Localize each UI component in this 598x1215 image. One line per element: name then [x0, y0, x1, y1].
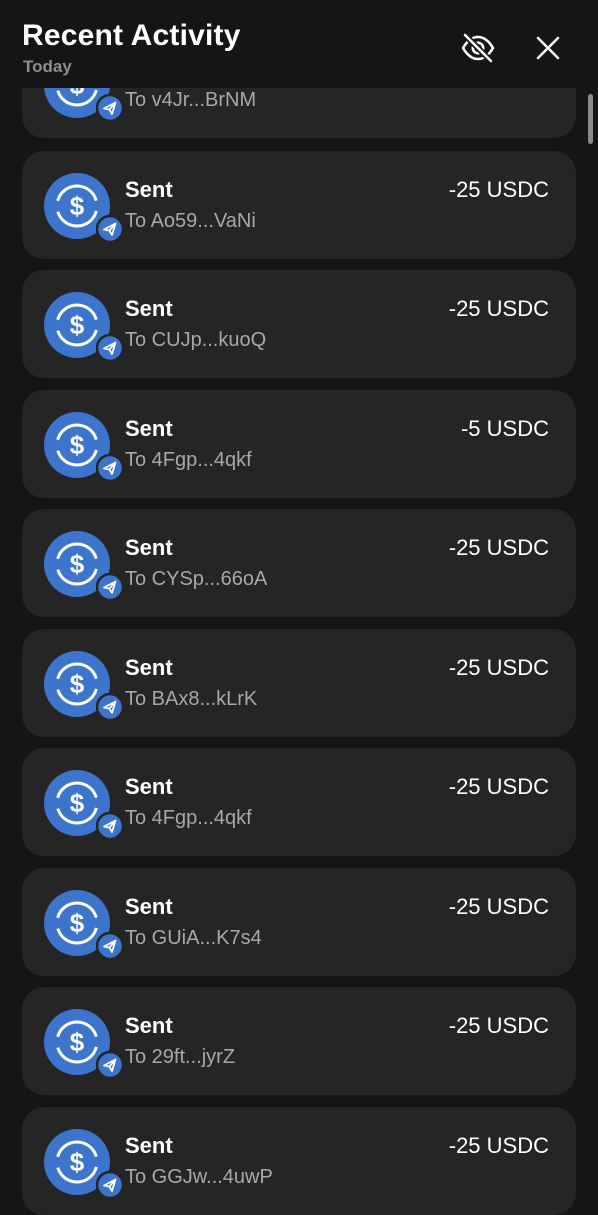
activity-amount: -25 USDC [448, 894, 549, 919]
close-icon [535, 35, 561, 66]
send-icon [95, 93, 125, 123]
send-icon [95, 453, 125, 483]
activity-type: Sent [125, 177, 173, 202]
svg-text:$: $ [70, 430, 85, 460]
activity-amount: -5 USDC [460, 416, 549, 441]
activity-item[interactable]: $ Sent To GGJw...4uwP -25 USDC [22, 1107, 576, 1215]
send-icon [95, 1050, 125, 1080]
usdc-token-icon: $ [44, 292, 125, 363]
activity-amount: -25 USDC [448, 177, 549, 202]
eye-off-icon [460, 30, 496, 71]
activity-amount: -25 USDC [448, 296, 549, 321]
svg-text:$: $ [70, 310, 85, 340]
activity-type: Sent [125, 774, 173, 799]
activity-recipient: To BAx8...kLrK [125, 688, 258, 710]
header: Recent Activity Today [0, 0, 598, 88]
activity-recipient: To GUiA...K7s4 [125, 927, 262, 949]
activity-item[interactable]: $ Sent To 29ft...jyrZ -25 USDC [22, 987, 576, 1095]
activity-item[interactable]: $ Sent To CUJp...kuoQ -25 USDC [22, 270, 576, 378]
activity-recipient: To 29ft...jyrZ [125, 1046, 236, 1068]
usdc-token-icon: $ [44, 890, 125, 961]
activity-item[interactable]: $ Sent To GUiA...K7s4 -25 USDC [22, 868, 576, 976]
activity-amount: -25 USDC [448, 535, 549, 560]
usdc-token-icon: $ [44, 412, 125, 483]
send-icon [95, 572, 125, 602]
svg-text:$: $ [70, 1147, 85, 1177]
activity-type: Sent [125, 1133, 173, 1158]
activity-type: Sent [125, 894, 173, 919]
activity-item[interactable]: $ Sent To 4Fgp...4qkf -25 USDC [22, 748, 576, 856]
activity-recipient: To CYSp...66oA [125, 568, 268, 590]
send-icon [95, 692, 125, 722]
close-button[interactable] [528, 30, 568, 70]
activity-type: Sent [125, 296, 173, 321]
activity-item[interactable]: $ Sent To 4Fgp...4qkf -5 USDC [22, 390, 576, 498]
send-icon [95, 214, 125, 244]
send-icon [95, 811, 125, 841]
page-title: Recent Activity [22, 19, 241, 52]
svg-text:$: $ [70, 1027, 85, 1057]
usdc-token-icon: $ [44, 770, 125, 841]
activity-type: Sent [125, 655, 173, 680]
svg-text:$: $ [70, 908, 85, 938]
activity-type: Sent [125, 416, 173, 441]
activity-recipient: To CUJp...kuoQ [125, 329, 267, 351]
activity-type: Sent [125, 1013, 173, 1038]
activity-list[interactable]: $ To v4Jr...BrNM $ Sent To Ao59...VaNi -… [0, 0, 598, 1215]
activity-item[interactable]: $ Sent To BAx8...kLrK -25 USDC [22, 629, 576, 737]
activity-recipient: To Ao59...VaNi [125, 210, 256, 232]
usdc-token-icon: $ [44, 651, 125, 722]
usdc-token-icon: $ [44, 1129, 125, 1200]
usdc-token-icon: $ [44, 531, 125, 602]
activity-recipient: To GGJw...4uwP [125, 1166, 273, 1188]
activity-recipient: To v4Jr...BrNM [125, 89, 257, 111]
usdc-token-icon: $ [44, 1009, 125, 1080]
send-icon [95, 1170, 125, 1200]
scrollbar[interactable] [588, 94, 593, 144]
send-icon [95, 333, 125, 363]
svg-text:$: $ [70, 549, 85, 579]
activity-amount: -25 USDC [448, 1133, 549, 1158]
section-date-label: Today [23, 57, 72, 76]
activity-recipient: To 4Fgp...4qkf [125, 807, 252, 829]
activity-amount: -25 USDC [448, 774, 549, 799]
usdc-token-icon: $ [44, 173, 125, 244]
activity-recipient: To 4Fgp...4qkf [125, 449, 252, 471]
svg-text:$: $ [70, 788, 85, 818]
svg-text:$: $ [70, 669, 85, 699]
send-icon [95, 931, 125, 961]
activity-item[interactable]: $ Sent To CYSp...66oA -25 USDC [22, 509, 576, 617]
activity-amount: -25 USDC [448, 655, 549, 680]
svg-text:$: $ [70, 191, 85, 221]
activity-type: Sent [125, 535, 173, 560]
activity-amount: -25 USDC [448, 1013, 549, 1038]
hide-balance-button[interactable] [458, 30, 498, 70]
activity-item[interactable]: $ Sent To Ao59...VaNi -25 USDC [22, 151, 576, 259]
